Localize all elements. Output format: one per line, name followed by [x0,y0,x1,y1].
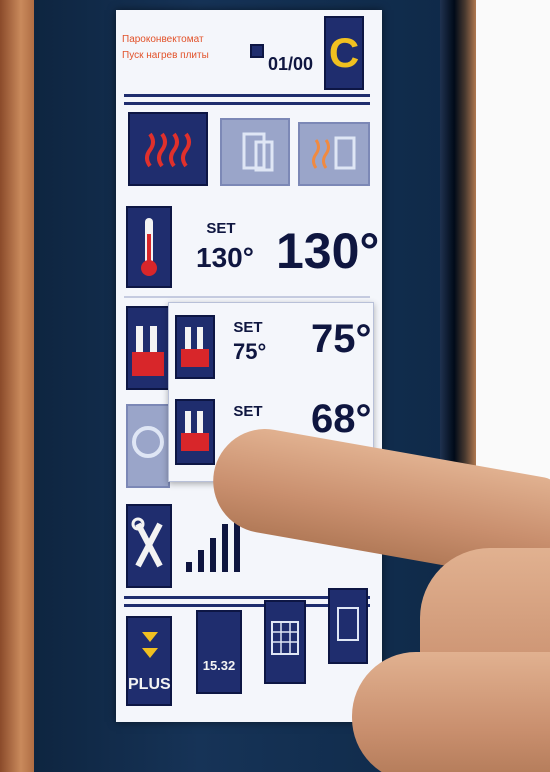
tools-icon [131,517,163,568]
probe-2-button[interactable] [175,399,215,465]
signal-bar [222,524,228,572]
probe-1-button[interactable] [175,315,215,379]
clock-value: 15.32 [202,658,236,673]
popup-set-value: 75° [233,339,267,364]
core-probe-icon [181,327,209,367]
popup-actual-value: 75° [311,317,372,361]
signal-bar [186,562,192,572]
curled-finger [352,652,550,772]
actual-temperature: 130° [276,223,380,279]
oven-control-photo: Пароконвектомат Пуск нагрев плиты 01/00 … [0,0,550,772]
heat-waves-icon [145,132,191,168]
popup-set-label: SET [233,319,263,336]
fan-button[interactable] [126,404,170,488]
thermometer-icon [141,218,157,276]
calendar-grid-icon [271,621,299,655]
core-probe-icon [132,326,164,376]
popup-actual-value: 68° [311,397,372,441]
chevron-down-icon [142,632,158,642]
steam-box-icon [242,132,274,172]
plus-button[interactable]: PLUS [126,616,172,706]
wood-panel [0,0,38,772]
core-probe-button[interactable] [126,306,170,390]
header-line-2: Пуск нагрев плиты [122,50,209,61]
combi-heat-icon [312,136,356,170]
chevron-down-icon [142,648,158,658]
core-probe-icon [181,411,209,451]
mode-steam-heat-button[interactable] [128,112,208,186]
header-line-1: Пароконвектомат [122,34,204,45]
mode-combi-button[interactable] [298,122,370,186]
book-icon [337,607,359,641]
program-counter: 01/00 [268,54,314,74]
plus-label: PLUS [128,676,171,693]
program-book-button[interactable] [328,588,368,664]
divider [124,94,370,97]
divider [124,296,370,298]
set-label: SET [206,220,236,237]
mode-steam-button[interactable] [220,118,290,186]
clean-mode-button[interactable]: C [324,16,364,90]
signal-bar [198,550,204,572]
signal-bar [210,538,216,572]
clean-mode-letter: C [328,29,360,76]
fan-icon [132,426,164,458]
program-square-icon [250,44,264,58]
popup-set-label: SET [233,403,263,420]
clock-button[interactable]: 15.32 [196,610,242,694]
calendar-button[interactable] [264,600,306,684]
divider [124,102,370,105]
settings-tools-button[interactable] [126,504,172,588]
set-temperature: 130° [196,242,254,273]
thermometer-button[interactable] [126,206,172,288]
